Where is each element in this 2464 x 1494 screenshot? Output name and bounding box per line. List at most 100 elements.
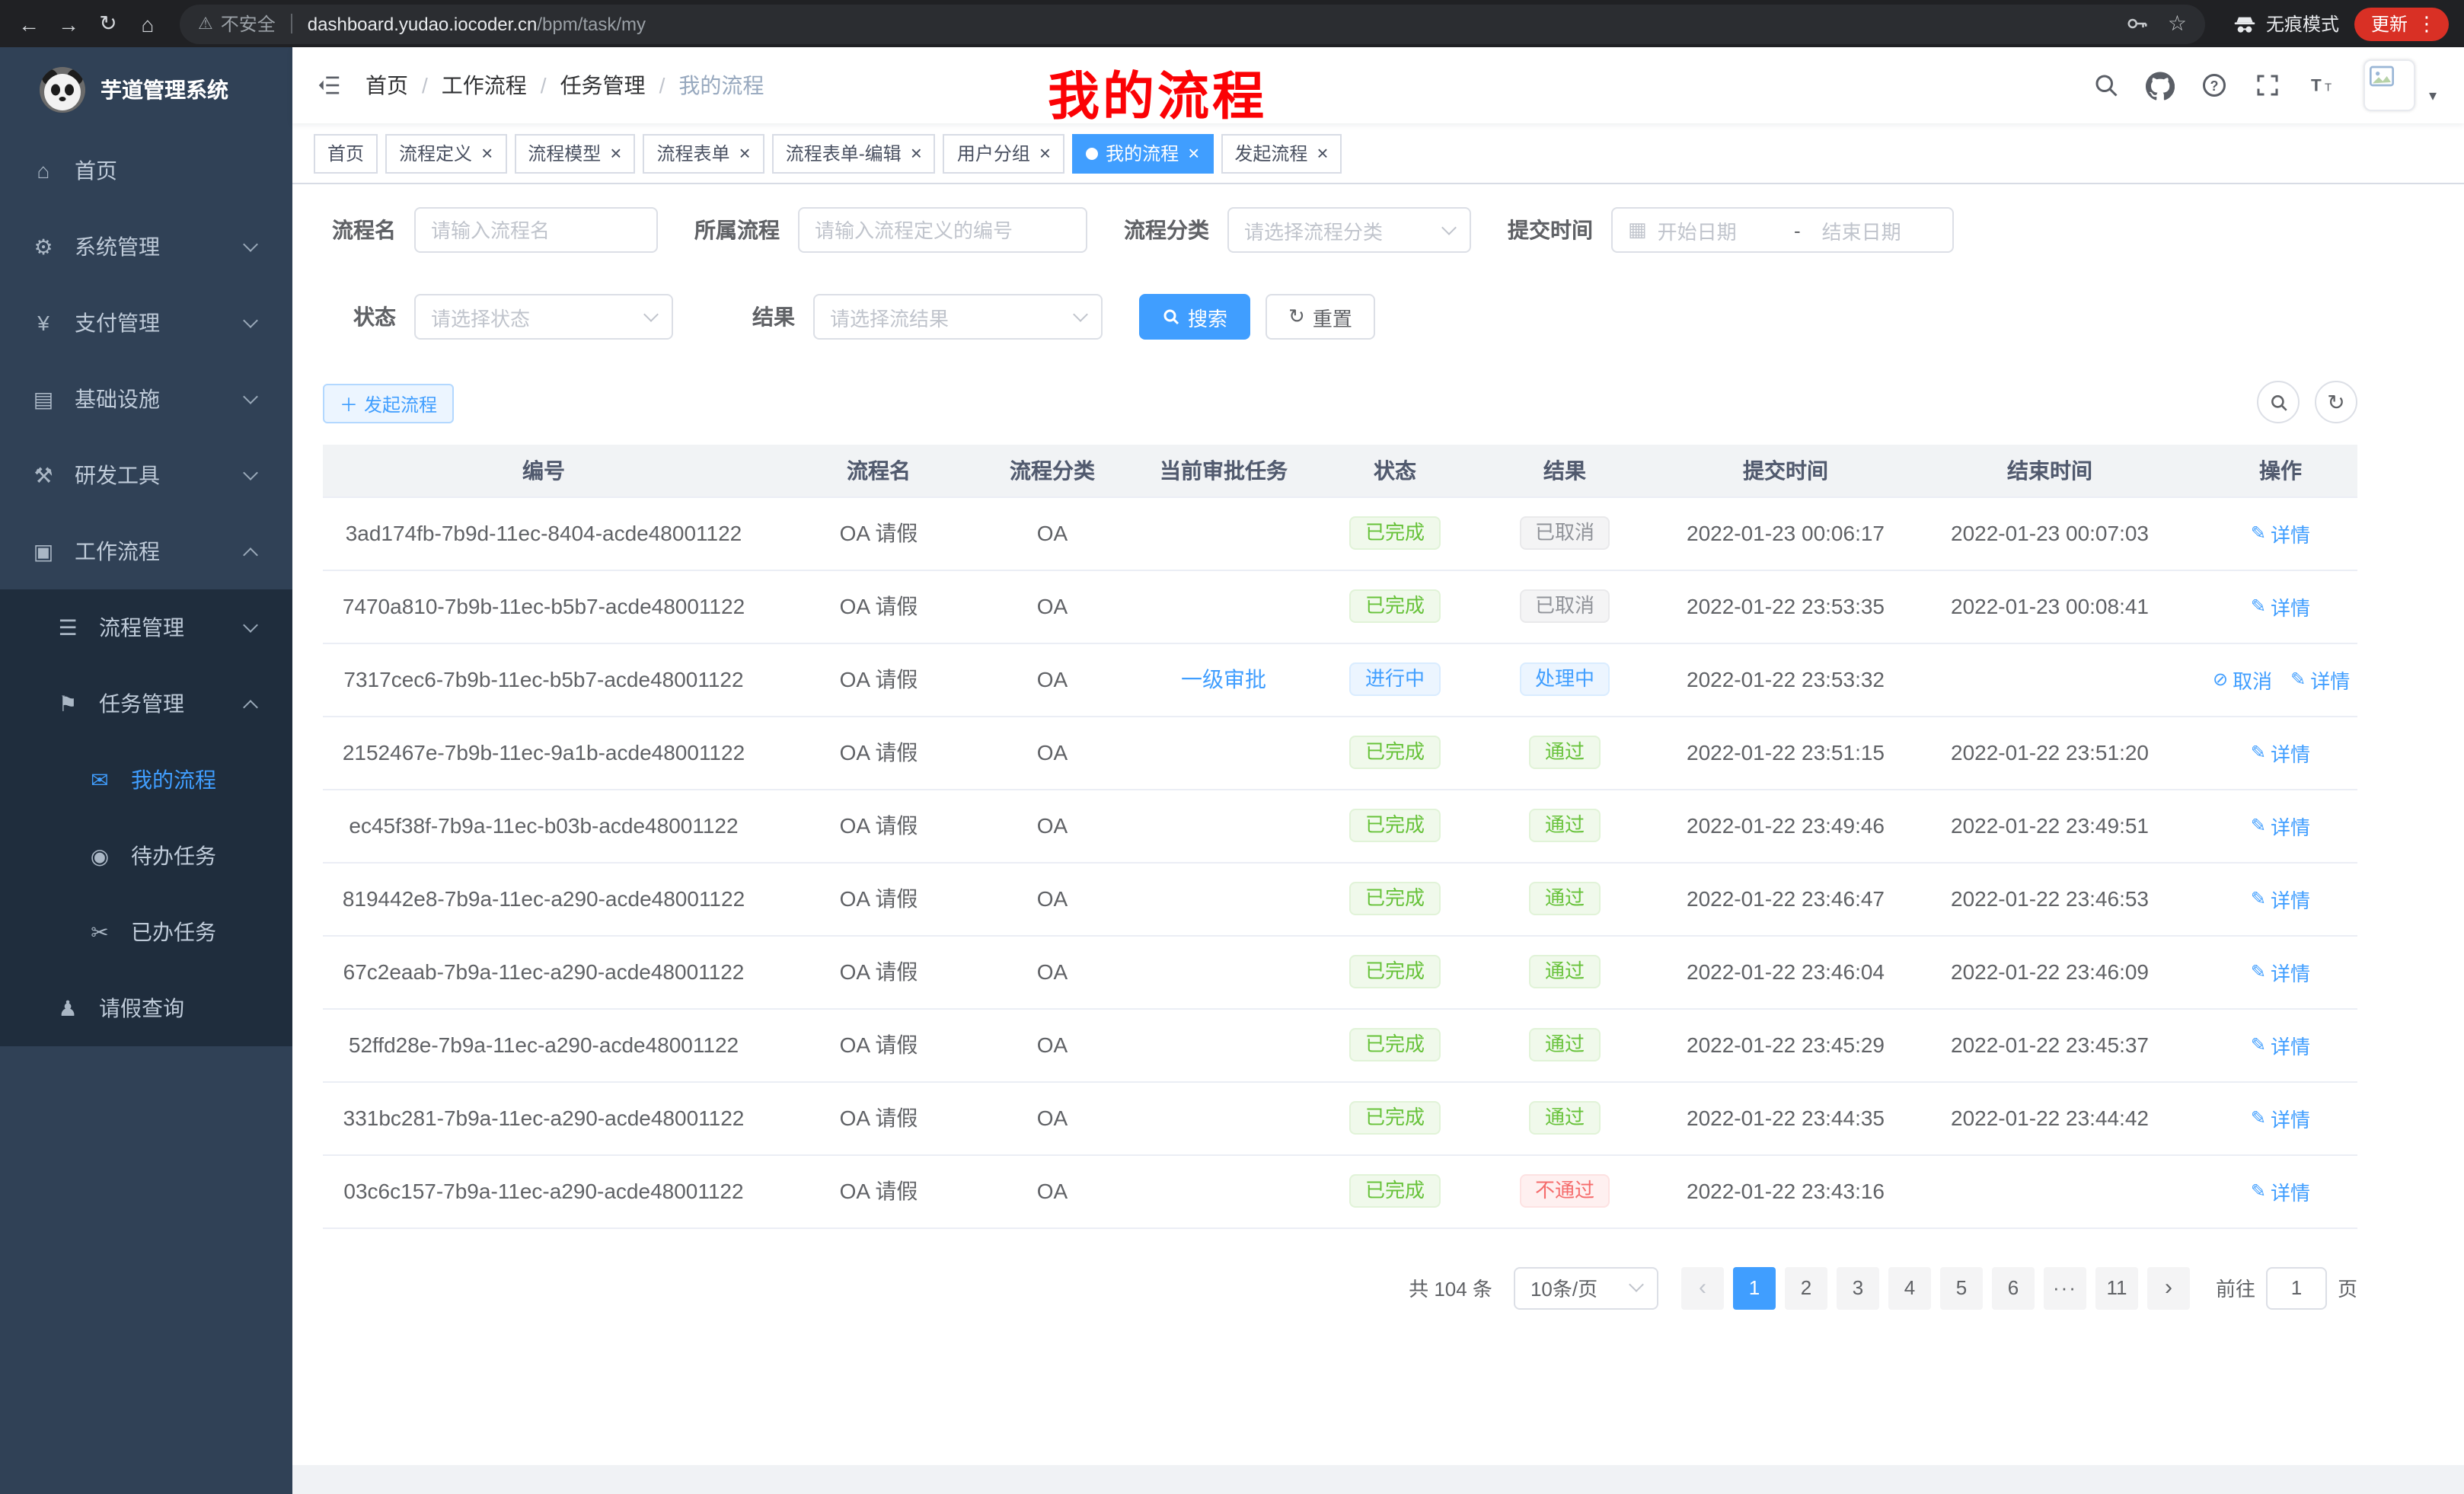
filter-process-definition: 所属流程 (694, 207, 1087, 253)
sidebar-item-devtools[interactable]: ⚒研发工具 (0, 437, 292, 513)
page-button-5[interactable]: 5 (1940, 1266, 1983, 1309)
logo-bar[interactable]: 芋道管理系统 (0, 47, 292, 132)
tab-process-form[interactable]: 流程表单× (643, 133, 764, 173)
page-button-3[interactable]: 3 (1837, 1266, 1879, 1309)
sidebar-item-system[interactable]: ⚙系统管理 (0, 209, 292, 285)
close-icon[interactable]: × (608, 143, 621, 163)
goto-page-input[interactable] (2266, 1266, 2327, 1309)
chat-icon: ✉ (87, 767, 113, 793)
tab-start-process[interactable]: 发起流程× (1221, 133, 1342, 173)
page-size-select[interactable]: 10条/页 (1514, 1266, 1658, 1309)
github-icon[interactable] (2146, 71, 2175, 100)
tab-my-process[interactable]: 我的流程× (1072, 133, 1213, 173)
next-page-button[interactable]: › (2147, 1266, 2190, 1309)
status-select[interactable]: 请选择状态 (414, 294, 673, 340)
page-button-2[interactable]: 2 (1785, 1266, 1827, 1309)
detail-link[interactable]: ✎详情 (2251, 519, 2310, 547)
start-process-button[interactable]: ＋ 发起流程 (323, 384, 454, 423)
update-button[interactable]: 更新 ⋮ (2354, 7, 2449, 40)
sidebar-item-my-process[interactable]: ✉我的流程 (0, 742, 292, 818)
edit-icon: ✎ (2251, 1107, 2266, 1128)
bookmark-star-icon[interactable]: ☆ (2168, 11, 2187, 37)
detail-link[interactable]: ✎详情 (2251, 1176, 2310, 1205)
close-icon[interactable]: × (1186, 143, 1199, 163)
current-task-link[interactable]: 一级审批 (1181, 667, 1266, 691)
detail-link[interactable]: ✎详情 (2251, 957, 2310, 986)
close-icon[interactable]: × (738, 143, 751, 163)
cell-current-task (1112, 496, 1336, 570)
hamburger-icon[interactable] (292, 72, 365, 99)
sidebar-item-process-mgmt[interactable]: ☰流程管理 (0, 589, 292, 666)
tab-home[interactable]: 首页 (314, 133, 378, 173)
result-badge: 通过 (1530, 1101, 1600, 1135)
reset-button[interactable]: ↻ 重置 (1266, 294, 1375, 340)
annotation-my-process: 我的流程 (1048, 55, 1267, 129)
chevron-down-icon (243, 389, 258, 404)
page-button-1[interactable]: 1 (1733, 1266, 1776, 1309)
tab-user-group[interactable]: 用户分组 × (943, 133, 1064, 173)
detail-link[interactable]: ✎详情 (2251, 811, 2310, 840)
cancel-link[interactable]: ⊘取消 (2213, 665, 2272, 694)
tab-label: 用户分组 (957, 140, 1030, 166)
breadcrumb-item-home[interactable]: 首页 (365, 70, 408, 101)
tab-process-form-edit[interactable]: 流程表单-编辑× (772, 133, 936, 173)
page-button-11[interactable]: 11 (2095, 1266, 2138, 1309)
detail-link[interactable]: ✎详情 (2251, 738, 2310, 767)
tab-process-definition[interactable]: 流程定义× (385, 133, 506, 173)
browser-menu-dots-icon[interactable]: ⋮ (2411, 11, 2443, 36)
detail-link[interactable]: ✎详情 (2251, 884, 2310, 913)
sidebar-item-workflow[interactable]: ▣工作流程 (0, 513, 292, 589)
more-pages-button[interactable]: ··· (2044, 1266, 2086, 1309)
prev-page-button[interactable]: ‹ (1681, 1266, 1724, 1309)
close-icon[interactable]: × (480, 143, 493, 163)
key-icon[interactable] (2127, 12, 2150, 35)
page-button-4[interactable]: 4 (1888, 1266, 1931, 1309)
close-icon[interactable]: × (909, 143, 922, 163)
avatar[interactable] (2363, 59, 2415, 111)
detail-link[interactable]: ✎详情 (2251, 1030, 2310, 1059)
forward-icon[interactable]: → (49, 4, 88, 43)
avatar-caret-down-icon[interactable]: ▾ (2429, 88, 2437, 111)
tab-process-model[interactable]: 流程模型× (514, 133, 635, 173)
search-icon[interactable] (2092, 72, 2120, 99)
cell-category: OA (993, 716, 1112, 789)
cell-status: 已完成 (1336, 935, 1454, 1008)
detail-link[interactable]: ✎详情 (2251, 1103, 2310, 1132)
filter-status: 状态 请选择状态 (323, 294, 673, 340)
submit-time-range-picker[interactable]: ▦ 开始日期 - 结束日期 (1611, 207, 1954, 253)
process-category-select[interactable]: 请选择流程分类 (1227, 207, 1471, 253)
sidebar-item-todo-task[interactable]: ◉待办任务 (0, 818, 292, 894)
breadcrumb-item-task-mgmt[interactable]: 任务管理 (560, 70, 646, 101)
sidebar-item-home[interactable]: ⌂首页 (0, 132, 292, 209)
process-definition-input[interactable] (798, 207, 1087, 253)
sidebar-item-payment[interactable]: ¥支付管理 (0, 285, 292, 361)
result-select[interactable]: 请选择流结果 (813, 294, 1103, 340)
breadcrumb-item-workflow[interactable]: 工作流程 (442, 70, 527, 101)
address-bar[interactable]: ⚠ 不安全 dashboard.yudao.iocoder.cn/bpm/tas… (180, 4, 2205, 43)
back-icon[interactable]: ← (9, 4, 49, 43)
security-label[interactable]: 不安全 (221, 11, 276, 37)
chevron-down-icon (643, 306, 659, 321)
sidebar-item-leave-query[interactable]: ♟请假查询 (0, 970, 292, 1046)
detail-link[interactable]: ✎详情 (2290, 665, 2350, 694)
process-name-input[interactable] (414, 207, 658, 253)
home-icon[interactable]: ⌂ (128, 4, 168, 43)
sidebar-item-task-mgmt[interactable]: ⚑任务管理 (0, 666, 292, 742)
refresh-table-button[interactable]: ↻ (2315, 381, 2357, 423)
cell-current-task (1112, 862, 1336, 935)
close-icon[interactable]: × (1038, 143, 1051, 163)
toggle-search-button[interactable] (2257, 381, 2300, 423)
url-text[interactable]: dashboard.yudao.iocoder.cn/bpm/task/my (308, 13, 646, 34)
font-size-icon[interactable]: TT (2307, 72, 2338, 99)
table-row: 2152467e-7b9b-11ec-9a1b-acde48001122OA 请… (323, 716, 2357, 789)
close-icon[interactable]: × (1315, 143, 1328, 163)
sidebar-item-infrastructure[interactable]: ▤基础设施 (0, 361, 292, 437)
cell-name: OA 请假 (764, 1154, 993, 1227)
sidebar-item-done-task[interactable]: ✂已办任务 (0, 894, 292, 970)
fullscreen-icon[interactable] (2254, 72, 2281, 99)
reload-icon[interactable]: ↻ (88, 4, 128, 43)
help-icon[interactable]: ? (2201, 72, 2228, 99)
page-button-6[interactable]: 6 (1992, 1266, 2035, 1309)
detail-link[interactable]: ✎详情 (2251, 592, 2310, 621)
search-button[interactable]: 搜索 (1139, 294, 1250, 340)
